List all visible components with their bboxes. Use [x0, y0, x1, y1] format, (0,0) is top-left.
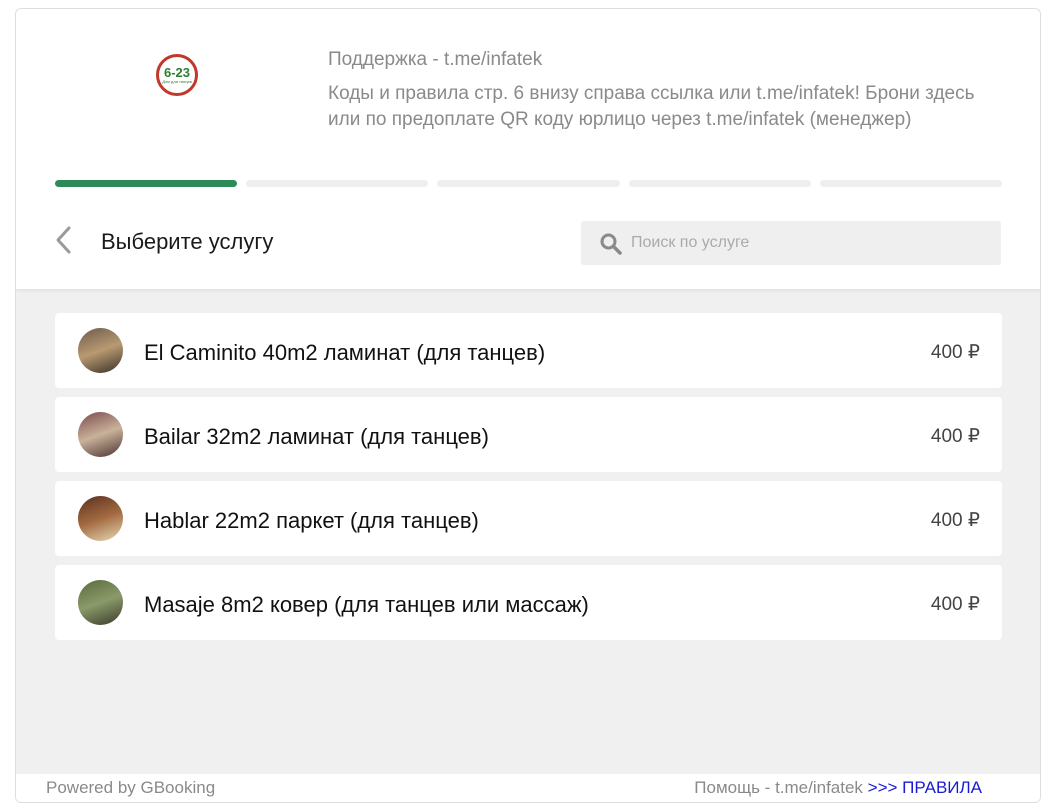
services-list: El Caminito 40m2 ламинат (для танцев) 40…	[55, 313, 1002, 649]
footer: Powered by GBooking Помощь - t.me/infate…	[16, 774, 1040, 802]
logo-subtext: Дом для танцев	[162, 78, 192, 84]
chevron-left-icon	[56, 226, 71, 254]
powered-by: Powered by GBooking	[46, 778, 216, 797]
search-input[interactable]	[631, 221, 991, 265]
title-bar: Выберите услугу	[16, 205, 1040, 289]
step-1	[55, 180, 238, 187]
service-price: 400 ₽	[930, 426, 980, 447]
service-thumbnail	[78, 496, 123, 541]
back-button[interactable]	[52, 225, 76, 255]
rules-link[interactable]: >>> ПРАВИЛА	[868, 778, 982, 797]
page-title: Выберите услугу	[101, 229, 274, 254]
service-item[interactable]: Bailar 32m2 ламинат (для танцев) 400 ₽	[55, 397, 1002, 472]
search-icon	[599, 232, 623, 261]
support-line: Поддержка - t.me/infatek	[328, 49, 543, 70]
services-area: El Caminito 40m2 ламинат (для танцев) 40…	[16, 289, 1040, 774]
service-name: El Caminito 40m2 ламинат (для танцев)	[144, 340, 546, 365]
booking-widget: 6-23 Дом для танцев Поддержка - t.me/inf…	[15, 8, 1041, 803]
notice-text: Коды и правила стр. 6 внизу справа ссылк…	[328, 83, 975, 130]
service-name: Hablar 22m2 паркет (для танцев)	[144, 508, 479, 533]
search-box	[581, 221, 1001, 265]
help-text: Помощь - t.me/infatek >>> ПРАВИЛА	[694, 778, 982, 798]
service-price: 400 ₽	[930, 510, 980, 531]
step-progress	[55, 180, 1003, 188]
step-3	[437, 180, 620, 187]
service-name: Bailar 32m2 ламинат (для танцев)	[144, 424, 489, 449]
company-logo: 6-23 Дом для танцев	[156, 54, 198, 96]
step-2	[246, 180, 429, 187]
step-5	[819, 180, 1003, 187]
service-item[interactable]: El Caminito 40m2 ламинат (для танцев) 40…	[55, 313, 1002, 388]
step-4	[628, 180, 811, 187]
service-thumbnail	[78, 412, 123, 457]
service-thumbnail	[78, 580, 123, 625]
service-price: 400 ₽	[930, 342, 980, 363]
help-label: Помощь - t.me/infatek	[694, 778, 868, 797]
service-name: Masaje 8m2 ковер (для танцев или массаж)	[144, 592, 589, 617]
service-thumbnail	[78, 328, 123, 373]
service-price: 400 ₽	[930, 594, 980, 615]
service-item[interactable]: Hablar 22m2 паркет (для танцев) 400 ₽	[55, 481, 1002, 556]
service-item[interactable]: Masaje 8m2 ковер (для танцев или массаж)…	[55, 565, 1002, 640]
company-info: Поддержка - t.me/infatek Коды и правила …	[328, 47, 1008, 133]
logo-text: 6-23	[163, 64, 191, 80]
